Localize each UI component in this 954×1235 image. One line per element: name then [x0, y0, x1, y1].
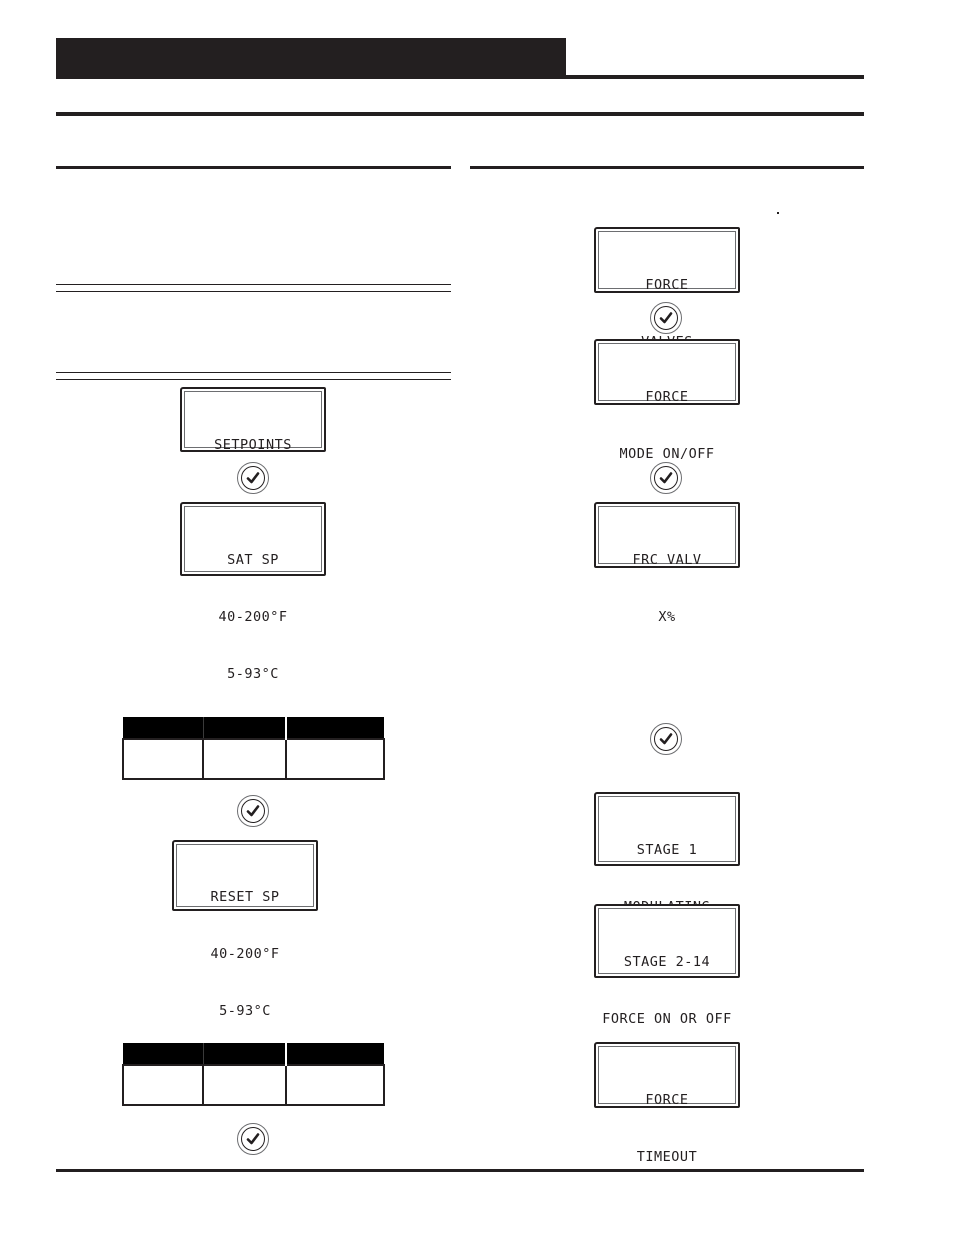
lcd-line: FORCE	[645, 1092, 689, 1108]
lcd-line: 40-200°F	[218, 609, 288, 625]
check-icon	[659, 472, 673, 484]
lcd-line: SAT SP	[227, 552, 279, 568]
table-row	[121, 1064, 386, 1106]
table-header-row	[123, 1043, 384, 1065]
lcd-line: 40-200°F	[210, 946, 280, 962]
lcd-line: TIMEOUT	[636, 1149, 698, 1165]
lcd-line: 5-93°C	[227, 666, 279, 682]
check-button[interactable]	[650, 302, 682, 334]
right-column-heading-rule	[470, 166, 864, 169]
check-icon	[246, 805, 260, 817]
note-bottom-rule	[56, 372, 451, 380]
lcd-line: FORCE	[645, 277, 689, 293]
lcd-display-frc-valv: FRC VALV X%	[594, 502, 740, 625]
setpoint-table-2	[121, 1043, 386, 1106]
table-cell	[202, 1064, 287, 1106]
left-column-heading-rule	[56, 166, 451, 169]
table-cell	[202, 738, 287, 780]
header-rule	[566, 75, 864, 79]
lcd-line: FRC VALV	[632, 552, 702, 568]
table-cell	[121, 738, 205, 780]
lcd-display-stage-1: STAGE 1 MODULATING	[594, 792, 740, 915]
lcd-display-force-valves: FORCE VALVES	[594, 227, 740, 350]
header-title-bar	[56, 38, 566, 79]
lcd-line: FORCE	[645, 389, 689, 405]
table-header-cell	[202, 1043, 286, 1065]
lcd-display-force-mode: FORCE MODE ON/OFF	[594, 339, 740, 462]
section-rule	[56, 112, 864, 116]
check-icon	[246, 472, 260, 484]
table-header-row	[123, 717, 384, 739]
table-header-cell	[284, 1043, 384, 1065]
check-button[interactable]	[650, 723, 682, 755]
lcd-display-sat-sp: SAT SP 40-200°F 5-93°C	[180, 502, 326, 682]
table-cell	[121, 1064, 205, 1106]
lcd-line: STAGE 2-14	[623, 954, 711, 970]
check-icon	[659, 733, 673, 745]
lcd-line: RESET SP	[210, 889, 280, 905]
lcd-line: STAGE 1	[636, 842, 698, 858]
check-button[interactable]	[237, 795, 269, 827]
table-header-cell	[123, 1043, 204, 1065]
lcd-line: SETPOINTS	[214, 437, 292, 453]
lcd-display-force-timeout: FORCE TIMEOUT	[594, 1042, 740, 1165]
footer-rule	[56, 1169, 864, 1172]
table-header-cell	[123, 717, 204, 739]
check-icon	[246, 1133, 260, 1145]
lcd-line: FORCE ON OR OFF	[602, 1011, 732, 1027]
table-cell	[284, 1064, 386, 1106]
lcd-display-setpoints: SETPOINTS	[180, 387, 326, 453]
lcd-display-reset-sp: RESET SP 40-200°F 5-93°C	[172, 840, 318, 1019]
table-row	[121, 738, 386, 780]
check-button[interactable]	[237, 1123, 269, 1155]
check-icon	[659, 312, 673, 324]
table-cell	[284, 738, 386, 780]
lcd-line: X%	[658, 609, 676, 625]
table-header-cell	[202, 717, 286, 739]
setpoint-table-1	[121, 717, 386, 780]
check-button[interactable]	[237, 462, 269, 494]
lcd-display-stage-2-14: STAGE 2-14 FORCE ON OR OFF	[594, 904, 740, 1027]
lcd-line: 5-93°C	[219, 1003, 271, 1019]
check-button[interactable]	[650, 462, 682, 494]
period-mark	[777, 212, 779, 214]
table-header-cell	[284, 717, 384, 739]
note-top-rule	[56, 284, 451, 292]
